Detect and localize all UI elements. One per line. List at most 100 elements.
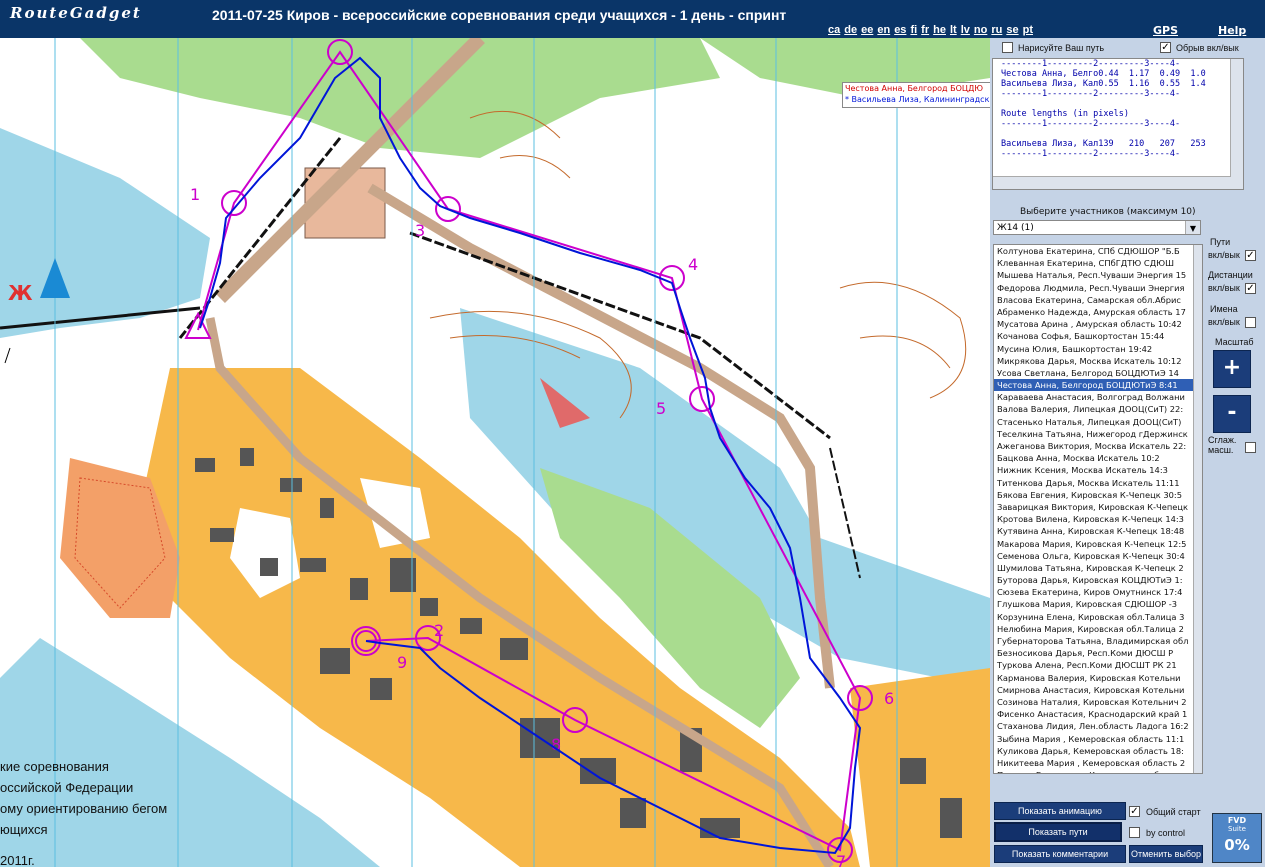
- runner-list-item[interactable]: Сюзева Екатерина, Киров Омутнинск 17:4: [994, 586, 1202, 598]
- breaks-checkbox[interactable]: ✓: [1160, 42, 1171, 53]
- splits-vertical-scrollbar[interactable]: [1230, 59, 1243, 189]
- runner-list-item[interactable]: Кочанова Софья, Башкортостан 15:44: [994, 330, 1202, 342]
- runner-list-item[interactable]: Колтунова Екатерина, СПб СДЮШОР "Б.Б: [994, 245, 1202, 257]
- show-comments-button[interactable]: Показать комментарии: [994, 845, 1126, 863]
- language-link-fi[interactable]: fi: [910, 24, 917, 36]
- runner-list[interactable]: Колтунова Екатерина, СПб СДЮШОР "Б.Б Клев…: [993, 244, 1203, 774]
- runner-list-item[interactable]: Бякова Евгения, Кировская К-Чепецк 30:5: [994, 489, 1202, 501]
- runner-list-item[interactable]: Титенкова Дарья, Москва Искатель 11:11: [994, 477, 1202, 489]
- runner-list-item[interactable]: Куликова Дарья, Кемеровская область 18:: [994, 745, 1202, 757]
- runner-list-item[interactable]: Семенова Ольга, Кировская К-Чепецк 30:4: [994, 550, 1202, 562]
- caption-line: ому ориентированию бегом: [0, 801, 168, 816]
- page-title: 2011-07-25 Киров - всероссийские соревно…: [212, 7, 787, 23]
- runner-list-item[interactable]: Шумилова Татьяна, Кировская К-Чепецк 2: [994, 562, 1202, 574]
- runner-list-item[interactable]: Никитеева Мария , Кемеровская область 2: [994, 757, 1202, 769]
- runner-list-item[interactable]: Стаханова Лидия, Лен.область Ладога 16:2: [994, 720, 1202, 732]
- runner-list-item[interactable]: Кротова Вилена, Кировская К-Чепецк 14:3: [994, 513, 1202, 525]
- help-link[interactable]: Help: [1218, 24, 1246, 37]
- language-link-he[interactable]: he: [933, 24, 946, 36]
- language-link-es[interactable]: es: [894, 24, 906, 36]
- courses-toggle-title: Дистанции: [1208, 270, 1253, 280]
- show-routes-button[interactable]: Показать пути: [994, 822, 1122, 842]
- runner-list-item[interactable]: Зыбина Мария , Кемеровская область 11:1: [994, 733, 1202, 745]
- cancel-selection-button[interactable]: Отменить выбор: [1129, 845, 1203, 863]
- runner-list-item[interactable]: Мышева Наталья, Респ.Чуваши Энергия 15: [994, 269, 1202, 281]
- fvd-suite-badge: FVD Suite 0%: [1212, 813, 1262, 863]
- splits-horizontal-scrollbar[interactable]: [993, 176, 1231, 189]
- runner-list-scrollbar[interactable]: [1193, 245, 1202, 773]
- runner-list-item[interactable]: Власова Екатерина, Самарская обл.Абрис: [994, 294, 1202, 306]
- runner-list-item[interactable]: Кутявина Анна, Кировская К-Чепецк 18:48: [994, 525, 1202, 537]
- runner-list-item[interactable]: Теселкина Татьяна, Нижегород гДержинск: [994, 428, 1202, 440]
- svg-text:7: 7: [836, 852, 846, 867]
- runner-list-item[interactable]: Смирнова Анастасия, Кировская Котельни: [994, 684, 1202, 696]
- runner-list-item[interactable]: Караваева Анастасия, Волгоград Волжани: [994, 391, 1202, 403]
- draw-route-checkbox[interactable]: [1002, 42, 1013, 53]
- class-select-value: Ж14 (1): [997, 223, 1034, 233]
- runner-list-item[interactable]: Карманова Валерия, Кировская Котельни: [994, 672, 1202, 684]
- splits-line: [993, 99, 1243, 109]
- language-link-de[interactable]: de: [844, 24, 857, 36]
- language-link-en[interactable]: en: [877, 24, 890, 36]
- chevron-down-icon[interactable]: ▼: [1185, 221, 1200, 234]
- class-select[interactable]: Ж14 (1) ▼: [993, 220, 1201, 235]
- runner-list-item[interactable]: Мусина Юлия, Башкортостан 19:42: [994, 343, 1202, 355]
- runner-list-item[interactable]: Бацкова Анна, Москва Искатель 10:2: [994, 452, 1202, 464]
- language-link-ee[interactable]: ee: [861, 24, 873, 36]
- legend-line-1: Честова Анна, Белгород БОЦДЮ: [845, 84, 983, 93]
- runner-list-item[interactable]: Микрякова Дарья, Москва Искатель 10:12: [994, 355, 1202, 367]
- by-control-checkbox[interactable]: [1129, 827, 1140, 838]
- runner-list-item[interactable]: Клеванная Екатерина, СПбГДТЮ СДЮШ: [994, 257, 1202, 269]
- routegadget-logo: RouteGadget: [10, 4, 142, 22]
- runner-list-item[interactable]: Мусатова Арина , Амурская область 10:42: [994, 318, 1202, 330]
- runner-list-item[interactable]: Честова Анна, Белгород БОЦДЮТиЭ 8:41: [994, 379, 1202, 392]
- courses-toggle-checkbox[interactable]: ✓: [1245, 283, 1256, 294]
- courses-toggle-label: вкл/вык: [1208, 283, 1240, 293]
- runner-list-item[interactable]: Стасенько Наталья, Липецкая ДООЦ(СиТ): [994, 416, 1202, 428]
- runner-list-item[interactable]: Туркова Алена, Респ.Коми ДЮСШТ РК 21: [994, 659, 1202, 671]
- language-link-no[interactable]: no: [974, 24, 987, 36]
- runner-list-item[interactable]: Заварицкая Виктория, Кировская К-Чепецк: [994, 501, 1202, 513]
- orienteering-map[interactable]: Ж 1 3 4 5 6 7 8 9 2 Честова Анна, Белгор…: [0, 38, 990, 867]
- runner-list-item[interactable]: Буторова Дарья, Кировская КОЦДЮТиЭ 1:: [994, 574, 1202, 586]
- runner-list-item[interactable]: Ажеганова Виктория, Москва Искатель 22:: [994, 440, 1202, 452]
- runner-list-item[interactable]: Губернаторова Татьяна, Владимирская обл: [994, 635, 1202, 647]
- splits-line: Васильева Лиза, Кал139 210 207 253: [1001, 139, 1206, 149]
- zoom-in-button[interactable]: +: [1213, 350, 1251, 388]
- select-runners-title: Выберите участников (максимум 10): [1020, 207, 1196, 217]
- splits-table[interactable]: --------1---------2---------3----4- Често…: [992, 58, 1244, 190]
- runner-list-item[interactable]: Нелюбина Мария, Кировская обл.Талица 2: [994, 623, 1202, 635]
- names-toggle-checkbox[interactable]: [1245, 317, 1256, 328]
- runner-list-item[interactable]: Повасар Елизавета , Кемеровская область: [994, 769, 1202, 773]
- runner-list-item[interactable]: Федорова Людмила, Респ.Чуваши Энергия: [994, 282, 1202, 294]
- svg-text:1: 1: [190, 185, 200, 204]
- runner-list-item[interactable]: Глушкова Мария, Кировская СДЮШОР -3: [994, 598, 1202, 610]
- language-link-lv[interactable]: lv: [961, 24, 970, 36]
- map-canvas[interactable]: Ж 1 3 4 5 6 7 8 9 2: [0, 38, 990, 867]
- runner-list-item[interactable]: Безносикова Дарья, Респ.Коми ДЮСШ Р: [994, 647, 1202, 659]
- runner-list-item[interactable]: Созинова Наталия, Кировская Котельнич 2: [994, 696, 1202, 708]
- runner-list-item[interactable]: Валова Валерия, Липецкая ДООЦ(СиТ) 22:: [994, 403, 1202, 415]
- mass-start-checkbox[interactable]: ✓: [1129, 806, 1140, 817]
- names-toggle-label: вкл/вык: [1208, 317, 1240, 327]
- routes-toggle-label: вкл/вык: [1208, 250, 1240, 260]
- runner-list-item[interactable]: Нижник Ксения, Москва Искатель 14:3: [994, 464, 1202, 476]
- smooth-zoom-checkbox[interactable]: [1245, 442, 1256, 453]
- zoom-out-button[interactable]: -: [1213, 395, 1251, 433]
- runner-list-item[interactable]: Фисенко Анастасия, Краснодарский край 1: [994, 708, 1202, 720]
- language-link-ru[interactable]: ru: [991, 24, 1002, 36]
- caption-line: ющихся: [0, 822, 48, 837]
- runner-list-item[interactable]: Усова Светлана, Белгород БОЦДЮТиЭ 14: [994, 367, 1202, 379]
- runner-list-item[interactable]: Корзунина Елена, Кировская обл.Талица 3: [994, 611, 1202, 623]
- gps-link[interactable]: GPS: [1153, 24, 1178, 37]
- routes-toggle-checkbox[interactable]: ✓: [1245, 250, 1256, 261]
- language-link-ca[interactable]: ca: [828, 24, 840, 36]
- splits-line: Васильева Лиза, Кал0.55 1.16 0.55 1.4: [1001, 79, 1206, 89]
- language-link-se[interactable]: se: [1006, 24, 1018, 36]
- runner-list-item[interactable]: Абраменко Надежда, Амурская область 17: [994, 306, 1202, 318]
- language-link-lt[interactable]: lt: [950, 24, 957, 36]
- runner-list-item[interactable]: Макарова Мария, Кировская К-Чепецк 12:5: [994, 538, 1202, 550]
- language-link-fr[interactable]: fr: [921, 24, 929, 36]
- language-link-pt[interactable]: pt: [1023, 24, 1033, 36]
- show-animation-button[interactable]: Показать анимацию: [994, 802, 1126, 820]
